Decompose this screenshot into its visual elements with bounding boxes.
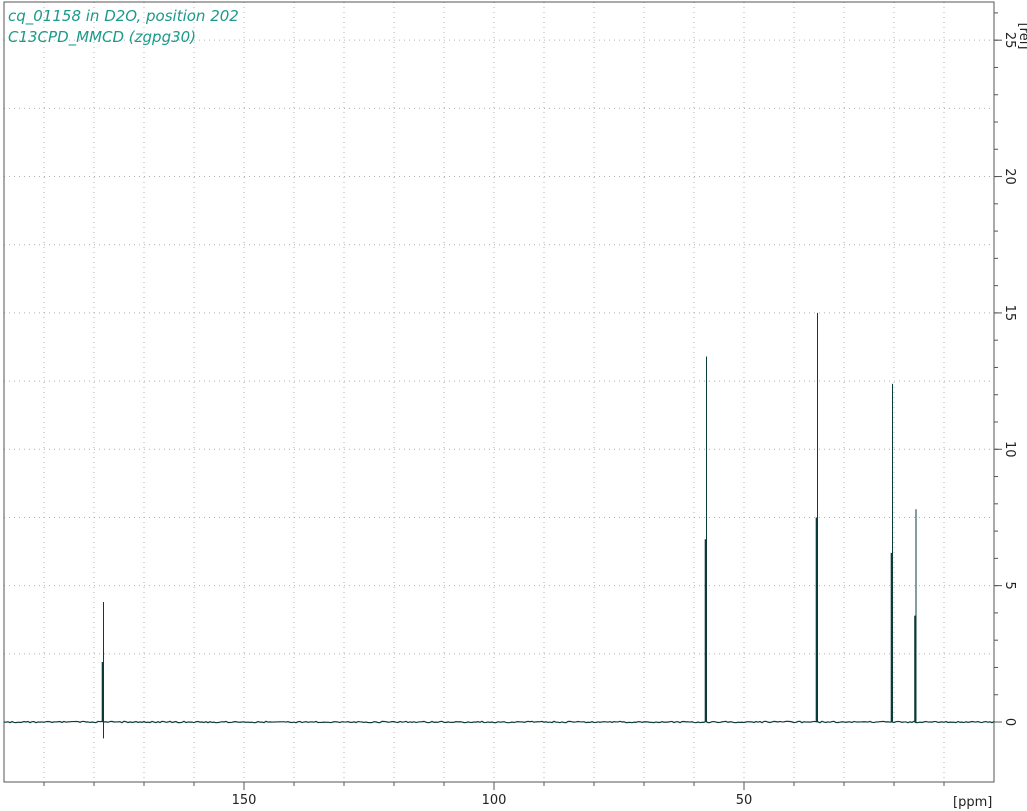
y-tick-label: 10 xyxy=(1002,441,1017,458)
title-line-2: C13CPD_MMCD (zgpg30) xyxy=(8,28,196,47)
axes: 150 100 50 0 5 10 15 20 25 xyxy=(43,12,1017,808)
x-tick-label: 50 xyxy=(736,793,753,808)
y-tick-label: 15 xyxy=(1002,305,1017,322)
x-tick-label: 150 xyxy=(232,793,257,808)
y-tick-label: 5 xyxy=(1002,581,1017,589)
title-line-1: cq_01158 in D2O, position 202 xyxy=(8,7,239,26)
spectrum-baseline xyxy=(3,720,995,724)
y-tick-label: 0 xyxy=(1002,718,1017,726)
plot-frame xyxy=(3,1,995,783)
y-tick-label: 20 xyxy=(1002,168,1017,185)
y-tick-label: 25 xyxy=(1002,32,1017,49)
y-axis-unit-label: [rel] xyxy=(1016,23,1027,50)
grid-lines xyxy=(4,2,994,782)
x-axis-unit-label: [ppm] xyxy=(953,795,992,810)
x-tick-label: 100 xyxy=(482,793,507,808)
spectrum xyxy=(3,312,995,739)
nmr-spectrum-chart: 150 100 50 0 5 10 15 20 25 cq_01158 in D2O, posi… xyxy=(3,1,1027,810)
